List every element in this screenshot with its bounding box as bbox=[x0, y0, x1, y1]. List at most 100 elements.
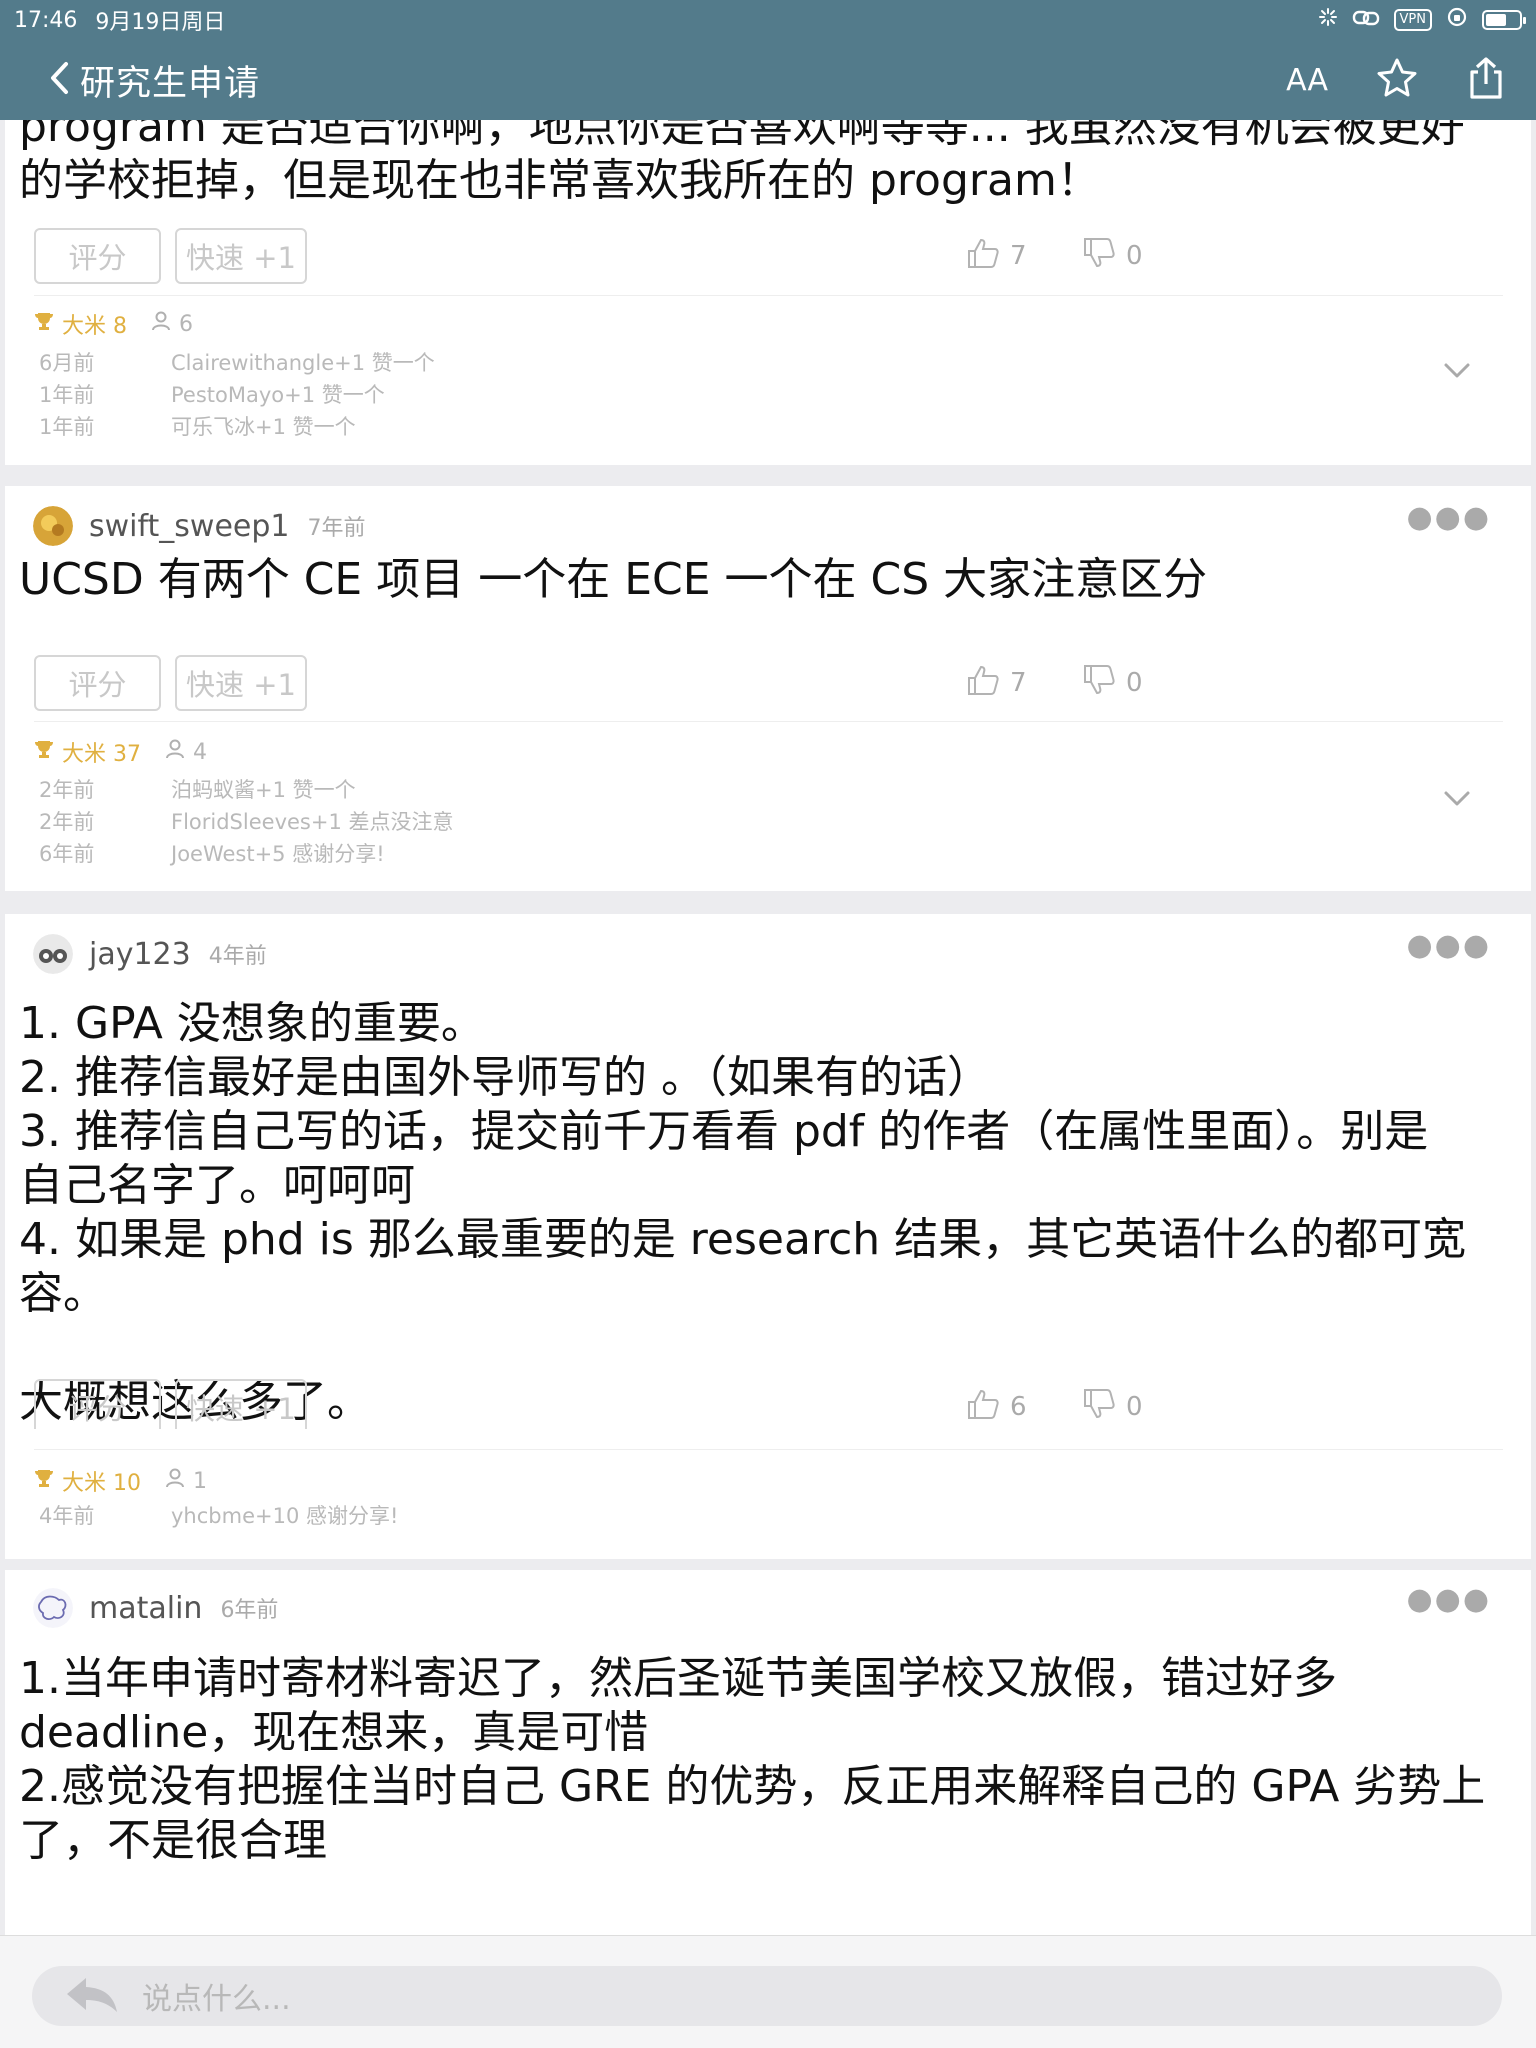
more-options-button[interactable]: ●●● bbox=[1406, 1582, 1491, 1617]
person-icon bbox=[165, 1468, 185, 1494]
expand-log-button[interactable] bbox=[1443, 790, 1471, 812]
username[interactable]: matalin bbox=[89, 1591, 202, 1626]
participant-count: 6 bbox=[179, 311, 193, 337]
username[interactable]: swift_sweep1 bbox=[89, 509, 290, 544]
divider bbox=[34, 721, 1503, 722]
log-time: 6月前 bbox=[39, 351, 95, 375]
person-icon bbox=[151, 311, 171, 337]
more-options-button[interactable]: ●●● bbox=[1406, 500, 1491, 535]
dislike-button[interactable]: 0 bbox=[1082, 1388, 1143, 1427]
status-date: 9月19日周日 bbox=[95, 10, 226, 35]
log-time: 6年前 bbox=[39, 842, 95, 866]
quick-plus-one-button[interactable]: 快速 +1 bbox=[175, 228, 307, 284]
post-time: 6年前 bbox=[220, 1598, 279, 1623]
reply-icon bbox=[64, 1974, 120, 2018]
star-icon bbox=[1376, 57, 1418, 103]
rice-score: 大米 8 bbox=[62, 314, 127, 339]
username[interactable]: jay123 bbox=[89, 937, 191, 972]
favorite-button[interactable] bbox=[1376, 57, 1418, 103]
rate-button[interactable]: 评分 bbox=[34, 1379, 161, 1435]
share-button[interactable] bbox=[1466, 56, 1506, 104]
vpn-badge: VPN bbox=[1393, 9, 1432, 31]
post-time: 4年前 bbox=[208, 944, 267, 969]
avatar[interactable] bbox=[33, 1588, 73, 1628]
quick-plus-one-button[interactable]: 快速 +1 bbox=[175, 655, 307, 711]
post-header: matalin 6年前 bbox=[33, 1578, 1471, 1638]
log-text: JoeWest+5 感谢分享! bbox=[171, 842, 385, 866]
avatar[interactable] bbox=[33, 934, 73, 974]
expand-log-button[interactable] bbox=[1443, 362, 1471, 384]
like-count: 7 bbox=[1010, 668, 1027, 698]
rice-score: 大米 10 bbox=[62, 1471, 141, 1496]
log-text: Clairewithangle+1 赞一个 bbox=[171, 351, 435, 375]
dislike-button[interactable]: 0 bbox=[1082, 237, 1143, 276]
log-row: 2年前 FloridSleeves+1 差点没注意 bbox=[39, 806, 454, 838]
rate-button[interactable]: 评分 bbox=[34, 655, 161, 711]
log-time: 2年前 bbox=[39, 810, 95, 834]
post-actions: 评分 快速 +1 7 0 bbox=[34, 653, 1503, 713]
status-bar: 17:46 9月19日周日 VPN bbox=[0, 0, 1536, 40]
post-stats: 大米 10 1 bbox=[34, 1465, 207, 1497]
post-actions: 评分 快速 +1 6 0 bbox=[34, 1377, 1503, 1437]
avatar[interactable] bbox=[33, 506, 73, 546]
more-options-button[interactable]: ●●● bbox=[1406, 928, 1491, 963]
share-icon bbox=[1466, 56, 1506, 104]
person-icon bbox=[165, 739, 185, 765]
chevron-down-icon bbox=[1443, 363, 1471, 384]
post-text: 1.当年申请时寄材料寄迟了，然后圣诞节美国学校又放假，错过好多 deadline… bbox=[19, 1653, 1486, 1866]
log-row: 6月前 Clairewithangle+1 赞一个 bbox=[39, 347, 435, 379]
post-header: jay123 4年前 bbox=[33, 924, 1471, 984]
like-button[interactable]: 7 bbox=[966, 664, 1027, 703]
log-row: 2年前 泊蚂蚁酱+1 赞一个 bbox=[39, 774, 454, 806]
post-text: 1. GPA 没想象的重要。 2. 推荐信最好是由国外导师写的 。（如果有的话）… bbox=[19, 998, 1467, 1427]
log-text: yhcbme+10 感谢分享! bbox=[171, 1504, 399, 1528]
nav-bar: 研究生申请 AA bbox=[0, 40, 1536, 120]
chevron-down-icon bbox=[1443, 791, 1471, 812]
participant-count: 1 bbox=[193, 1468, 207, 1494]
thumbs-up-icon bbox=[966, 1388, 1000, 1427]
comment-input[interactable]: 说点什么... bbox=[32, 1966, 1502, 2026]
thumbs-up-icon bbox=[966, 237, 1000, 276]
post-card: jay123 4年前 ●●● 1. GPA 没想象的重要。 2. 推荐信最好是由… bbox=[5, 914, 1531, 1435]
post-text: program 是否适合你啊，地点你是否喜欢啊等等... 我虽然没有机会被更好 … bbox=[19, 120, 1465, 206]
dislike-button[interactable]: 0 bbox=[1082, 664, 1143, 703]
trophy-icon bbox=[34, 739, 54, 765]
rate-button[interactable]: 评分 bbox=[34, 228, 161, 284]
comment-placeholder: 说点什么... bbox=[142, 1982, 291, 2017]
like-count: 7 bbox=[1010, 241, 1027, 271]
post-actions: 评分 快速 +1 7 0 bbox=[34, 226, 1503, 286]
log-row: 1年前 PestoMayo+1 赞一个 bbox=[39, 379, 435, 411]
thumbs-down-icon bbox=[1082, 237, 1116, 276]
rating-log: 4年前 yhcbme+10 感谢分享! bbox=[39, 1500, 398, 1532]
post-text: UCSD 有两个 CE 项目 一个在 ECE 一个在 CS 大家注意区分 bbox=[19, 554, 1208, 605]
quick-plus-one-button[interactable]: 快速 +1 bbox=[175, 1379, 307, 1435]
post-card: swift_sweep1 7年前 ●●● UCSD 有两个 CE 项目 一个在 … bbox=[5, 486, 1531, 891]
participant-count: 4 bbox=[193, 739, 207, 765]
link-icon bbox=[1352, 8, 1380, 33]
post-stats: 大米 37 4 bbox=[34, 736, 207, 768]
thumbs-down-icon bbox=[1082, 1388, 1116, 1427]
battery-icon bbox=[1482, 10, 1526, 30]
more-icon: ●●● bbox=[1406, 1582, 1491, 1617]
back-button[interactable]: 研究生申请 bbox=[48, 55, 260, 106]
rice-score: 大米 37 bbox=[62, 742, 141, 767]
post-header: swift_sweep1 7年前 bbox=[33, 496, 1471, 556]
log-text: 泊蚂蚁酱+1 赞一个 bbox=[171, 778, 356, 802]
log-time: 1年前 bbox=[39, 383, 95, 407]
like-button[interactable]: 7 bbox=[966, 237, 1027, 276]
divider bbox=[34, 1449, 1503, 1450]
trophy-icon bbox=[34, 311, 54, 337]
orientation-lock-icon bbox=[1446, 6, 1468, 34]
like-button[interactable]: 6 bbox=[966, 1388, 1027, 1427]
log-text: PestoMayo+1 赞一个 bbox=[171, 383, 385, 407]
status-time: 17:46 bbox=[14, 7, 78, 33]
font-size-button[interactable]: AA bbox=[1286, 63, 1328, 98]
log-row: 1年前 可乐飞冰+1 赞一个 bbox=[39, 411, 435, 443]
post-list[interactable]: program 是否适合你啊，地点你是否喜欢啊等等... 我虽然没有机会被更好 … bbox=[0, 120, 1536, 1935]
trophy-icon bbox=[34, 1468, 54, 1494]
rating-log: 6月前 Clairewithangle+1 赞一个 1年前 PestoMayo+1 … bbox=[39, 347, 435, 443]
thumbs-up-icon bbox=[966, 664, 1000, 703]
log-text: FloridSleeves+1 差点没注意 bbox=[171, 810, 454, 834]
log-row: 4年前 yhcbme+10 感谢分享! bbox=[39, 1500, 398, 1532]
dislike-count: 0 bbox=[1126, 241, 1143, 271]
